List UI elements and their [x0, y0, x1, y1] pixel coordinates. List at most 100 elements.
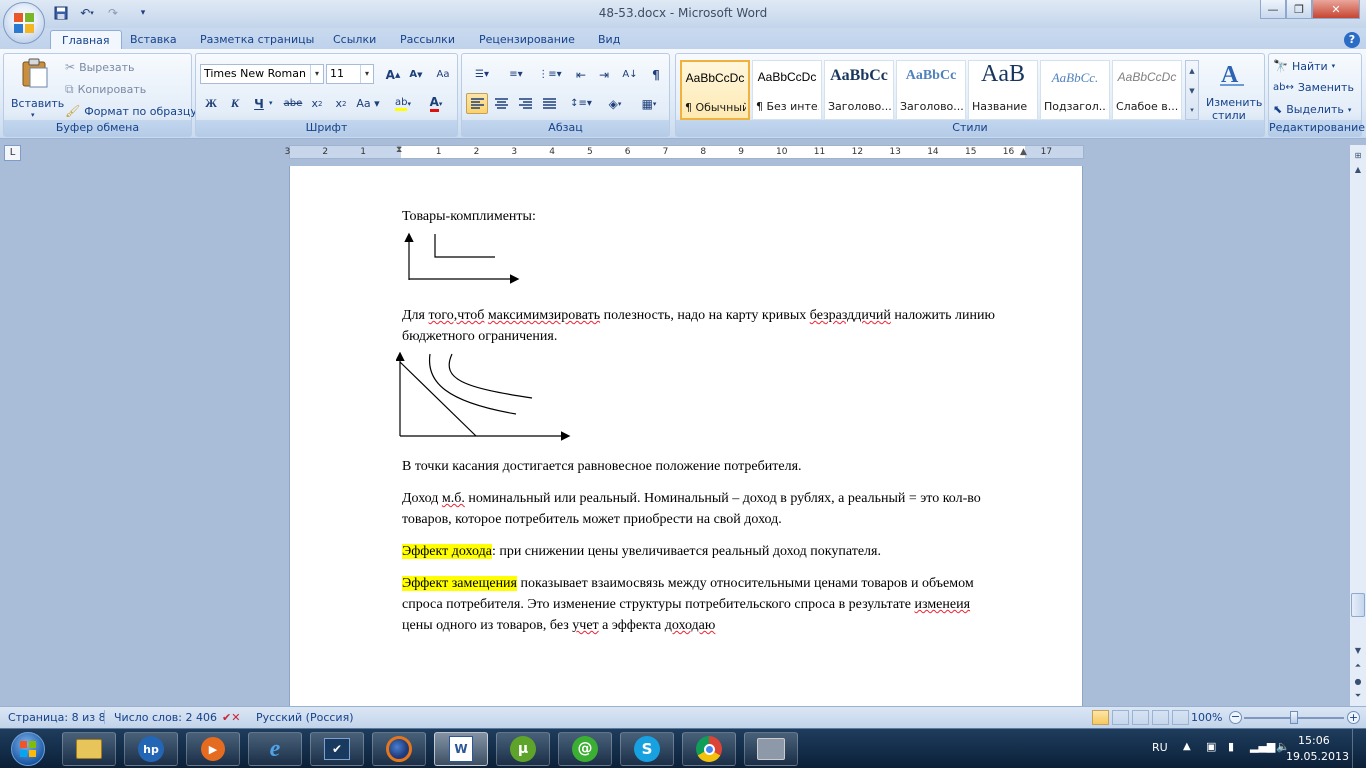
change-styles-button[interactable]: A Изменить стили	[1202, 58, 1262, 122]
style-subtle-emphasis[interactable]: AaBbCcDc Слабое в...	[1112, 60, 1182, 120]
scroll-down-icon[interactable]: ▼	[1186, 81, 1198, 101]
office-button[interactable]	[3, 2, 45, 44]
shrink-font-button[interactable]: A ▼	[405, 64, 427, 85]
media-player-taskbar-icon[interactable]: ▶	[186, 732, 240, 766]
zoom-out-icon[interactable]: −	[1229, 711, 1242, 724]
start-button[interactable]	[2, 730, 54, 768]
minimize-button[interactable]: —	[1260, 0, 1286, 19]
numbering-button[interactable]: ≡▾	[500, 64, 532, 85]
underline-button[interactable]: Ч	[248, 93, 270, 114]
styles-scroll[interactable]: ▲ ▼ ▾	[1185, 60, 1199, 120]
italic-button[interactable]: К	[224, 93, 246, 114]
tab-review[interactable]: Рецензирование	[468, 30, 586, 50]
style-subtitle[interactable]: AaBbCc. Подзагол...	[1040, 60, 1110, 120]
firefox-taskbar-icon[interactable]	[372, 732, 426, 766]
align-right-button[interactable]	[514, 93, 536, 114]
font-name-combo[interactable]: Times New Roman ▾	[200, 64, 324, 84]
language[interactable]: Русский (Россия)	[256, 711, 354, 724]
line-spacing-button[interactable]: ↕≡▾	[566, 93, 596, 114]
explorer-taskbar-icon[interactable]	[62, 732, 116, 766]
highlight-button[interactable]: ab ▾	[388, 93, 418, 114]
device-icon[interactable]: ▣	[1206, 740, 1216, 753]
replace-button[interactable]: ab↔ Заменить	[1273, 81, 1354, 94]
show-marks-button[interactable]: ¶	[645, 64, 667, 85]
network-icon[interactable]: ▂▄▆	[1250, 740, 1275, 753]
zoom-in-icon[interactable]: +	[1347, 711, 1360, 724]
app-taskbar-icon[interactable]: ✔	[310, 732, 364, 766]
tab-view[interactable]: Вид	[587, 30, 631, 50]
vertical-scrollbar[interactable]: ⊞ ▲ ▼ ⏶ ● ⏷	[1349, 145, 1366, 706]
scroll-thumb[interactable]	[1351, 593, 1365, 617]
clear-formatting-button[interactable]: Aa	[432, 64, 454, 85]
zoom-level[interactable]: 100%	[1191, 711, 1222, 724]
tab-selector[interactable]: L	[4, 145, 21, 161]
cut-button[interactable]: ✂ Вырезать	[65, 59, 135, 75]
justify-button[interactable]	[538, 93, 560, 114]
battery-icon[interactable]: ▮	[1228, 740, 1234, 753]
tray-expand-icon[interactable]: ▲	[1183, 741, 1191, 752]
restore-button[interactable]: ❐	[1286, 0, 1312, 19]
find-button[interactable]: 🔭 Найти ▾	[1273, 59, 1335, 73]
style-no-spacing[interactable]: AaBbCcDc ¶ Без инте...	[752, 60, 822, 120]
scroll-up-icon[interactable]: ▲	[1350, 161, 1366, 177]
draft-icon[interactable]	[1172, 710, 1189, 725]
previous-page-icon[interactable]: ⏶	[1350, 658, 1366, 674]
web-layout-icon[interactable]	[1132, 710, 1149, 725]
mail-agent-taskbar-icon[interactable]: @	[558, 732, 612, 766]
undo-icon[interactable]: ↶ ▾	[74, 4, 100, 22]
strikethrough-button[interactable]: abe	[282, 93, 304, 114]
help-icon[interactable]: ?	[1344, 32, 1360, 48]
tab-page-layout[interactable]: Разметка страницы	[189, 30, 325, 50]
proofing-icon[interactable]: ✔✕	[222, 711, 240, 724]
browse-object-icon[interactable]: ●	[1350, 673, 1366, 689]
hp-taskbar-icon[interactable]: hp	[124, 732, 178, 766]
ie-taskbar-icon[interactable]: e	[248, 732, 302, 766]
style-heading-2[interactable]: AaBbCc Заголово...	[896, 60, 966, 120]
align-left-button[interactable]	[466, 93, 488, 114]
select-button[interactable]: ⬉ Выделить ▾	[1273, 103, 1351, 116]
borders-button[interactable]: ▦ ▾	[634, 93, 664, 114]
style-title[interactable]: AaB Название	[968, 60, 1038, 120]
skype-taskbar-icon[interactable]: S	[620, 732, 674, 766]
next-page-icon[interactable]: ⏷	[1350, 688, 1366, 704]
screenshot-tool-taskbar-icon[interactable]	[744, 732, 798, 766]
chrome-taskbar-icon[interactable]	[682, 732, 736, 766]
scroll-up-icon[interactable]: ▲	[1186, 61, 1198, 81]
word-count[interactable]: Число слов: 2 406	[114, 711, 217, 724]
close-button[interactable]: ✕	[1312, 0, 1360, 19]
document-page[interactable]: Товары-комплименты: Для того,чтоб максим…	[289, 166, 1083, 706]
paste-button[interactable]: Вставить ▾	[9, 56, 64, 119]
tab-home[interactable]: Главная	[50, 30, 122, 50]
input-language[interactable]: RU	[1152, 741, 1168, 754]
customize-qat-icon[interactable]: ▾	[134, 4, 152, 22]
style-heading-1[interactable]: AaBbCc Заголово...	[824, 60, 894, 120]
redo-icon[interactable]: ↷	[104, 4, 122, 22]
tab-references[interactable]: Ссылки	[322, 30, 387, 50]
clock-date[interactable]: 19.05.2013	[1286, 750, 1349, 763]
bold-button[interactable]: Ж	[200, 93, 222, 114]
align-center-button[interactable]	[490, 93, 512, 114]
show-desktop-button[interactable]	[1352, 729, 1366, 768]
more-icon[interactable]: ▾	[1186, 101, 1198, 119]
word-taskbar-icon[interactable]: W	[434, 732, 488, 766]
sort-button[interactable]: A↓	[619, 64, 641, 85]
font-color-button[interactable]: A ▾	[421, 93, 451, 114]
tab-insert[interactable]: Вставка	[119, 30, 188, 50]
print-layout-icon[interactable]	[1092, 710, 1109, 725]
decrease-indent-button[interactable]: ⇤	[570, 64, 592, 85]
font-size-combo[interactable]: 11 ▾	[326, 64, 374, 84]
change-case-button[interactable]: Aa ▾	[354, 93, 382, 114]
subscript-button[interactable]: x2	[306, 93, 328, 114]
scroll-down-icon[interactable]: ▼	[1350, 642, 1366, 658]
format-painter-button[interactable]: 🖌 Формат по образцу	[65, 103, 197, 119]
multilevel-list-button[interactable]: ⋮≡▾	[534, 64, 566, 85]
style-normal[interactable]: AaBbCcDc ¶ Обычный	[680, 60, 750, 120]
grow-font-button[interactable]: A ▲	[382, 64, 404, 85]
utorrent-taskbar-icon[interactable]: µ	[496, 732, 550, 766]
outline-icon[interactable]	[1152, 710, 1169, 725]
left-indent-marker[interactable]: ⧗	[396, 145, 402, 155]
save-icon[interactable]	[52, 4, 70, 22]
superscript-button[interactable]: x2	[330, 93, 352, 114]
right-indent-marker[interactable]: ▲	[1020, 147, 1027, 157]
zoom-thumb[interactable]	[1290, 711, 1298, 724]
